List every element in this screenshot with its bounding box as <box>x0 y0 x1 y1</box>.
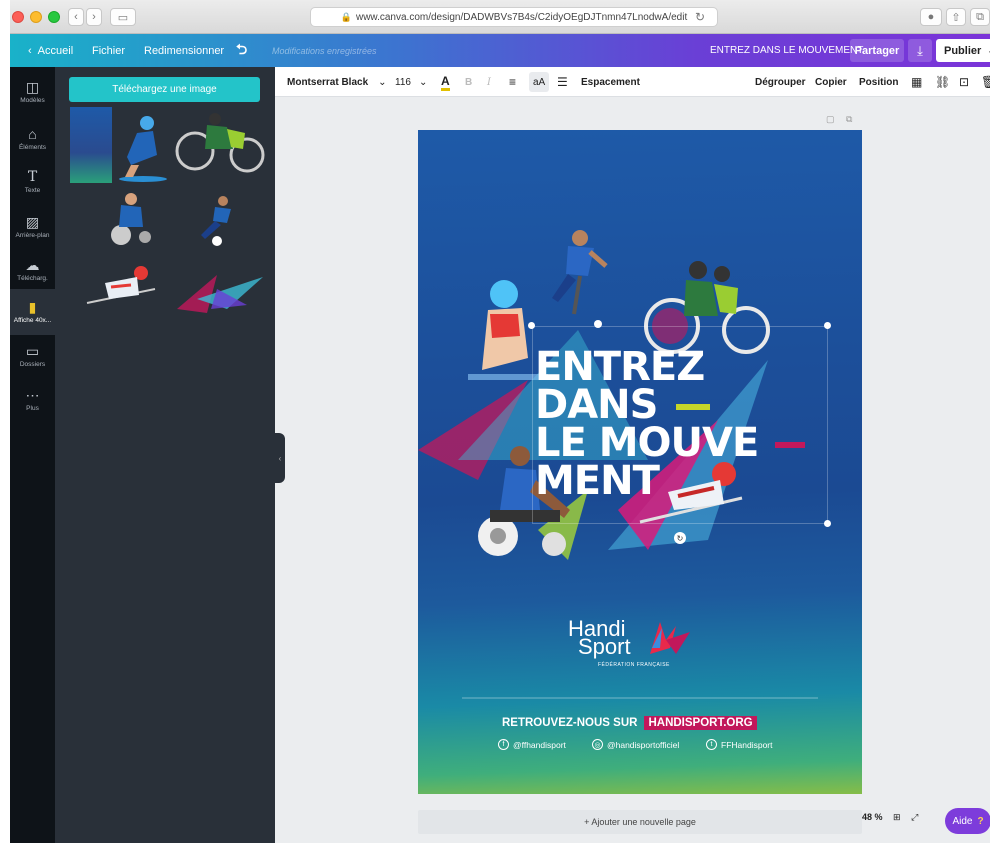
help-button[interactable]: Aide ? <box>945 808 990 834</box>
fullscreen-icon[interactable]: ⤢ <box>911 812 918 822</box>
instagram-icon: ◎ <box>592 739 603 750</box>
upload-thumb-wheelchair[interactable] <box>107 191 159 247</box>
rail-item-elements[interactable]: ⌂ Éléments <box>10 116 55 162</box>
address-bar[interactable]: 🔒 www.canva.com/design/DADWBVs7B4s/C2idy… <box>310 7 718 27</box>
rotate-handle-icon[interactable]: ↻ <box>674 532 686 544</box>
twitter-icon: t <box>706 739 717 750</box>
logo-mark-icon <box>650 622 690 654</box>
home-button[interactable]: ‹ Accueil <box>28 34 73 67</box>
comment-icon[interactable]: ▢ <box>826 114 835 125</box>
pattern-icon: ▨ <box>25 214 40 230</box>
align-left-icon[interactable]: ≡ <box>509 67 516 97</box>
folder-icon: ▭ <box>25 343 40 359</box>
upload-thumb-handbike[interactable] <box>175 109 265 175</box>
more-icon: ⋯ <box>25 387 40 403</box>
rail-item-background[interactable]: ▨ Arrière-plan <box>10 204 55 250</box>
upload-image-button[interactable]: Téléchargez une image <box>69 77 260 102</box>
editor-topbar: ‹ Accueil Fichier Redimensionner ⮌ Modif… <box>10 34 990 67</box>
downloads-icon[interactable]: ● <box>920 8 942 26</box>
lock-icon[interactable]: ⊡ <box>959 67 969 97</box>
italic-icon[interactable]: I <box>487 67 491 97</box>
font-picker[interactable]: Montserrat Black ⌄ <box>287 67 387 97</box>
text-icon: T <box>27 169 38 185</box>
left-rail: ◫ Modèles ⌂ Éléments T Texte ▨ Arrière-p… <box>10 67 55 843</box>
transparency-icon[interactable]: ▦ <box>911 67 922 97</box>
question-icon: ? <box>977 815 984 827</box>
position-button[interactable]: Position <box>859 67 898 97</box>
zoom-window-button[interactable] <box>48 11 60 23</box>
rail-item-uploads[interactable]: ☁ Télécharg. <box>10 247 55 293</box>
zoom-control[interactable]: 48 % ⊞ ⤢ <box>862 812 918 823</box>
duplicate-page-icon[interactable]: ⧉ <box>846 114 852 125</box>
spacing-button[interactable]: Espacement <box>581 67 640 97</box>
list-icon[interactable]: ☰ <box>557 67 568 97</box>
back-icon[interactable]: ‹ <box>68 8 84 26</box>
design-canvas[interactable]: ENTREZ DANS LE MOUVE MENT ↻ Handi Sport … <box>418 130 862 794</box>
athlete-footballer <box>552 230 608 328</box>
download-icon[interactable]: ⤓ <box>908 39 932 62</box>
upload-thumb-footballer[interactable] <box>195 193 245 247</box>
trash-icon[interactable]: 🗑 <box>981 67 990 97</box>
forward-icon[interactable]: › <box>86 8 102 26</box>
facebook-icon: f <box>498 739 509 750</box>
design-title[interactable]: ENTREZ DANS LE MOUVEMENT <box>710 34 863 67</box>
social-instagram: ◎ @handisportofficiel <box>592 739 679 750</box>
resize-handle[interactable] <box>824 520 831 527</box>
link-icon[interactable]: ⛓ <box>935 67 950 97</box>
rail-item-text[interactable]: T Texte <box>10 159 55 205</box>
chevron-down-icon: ⌄ <box>378 76 387 88</box>
font-size-picker[interactable]: 116 ⌄ <box>395 67 427 97</box>
upload-thumb-skier[interactable] <box>85 265 157 313</box>
rail-item-more[interactable]: ⋯ Plus <box>10 377 55 423</box>
text-case-icon[interactable]: aA <box>529 72 550 92</box>
resize-handle[interactable] <box>528 322 535 329</box>
reload-icon[interactable]: ↻ <box>695 10 705 24</box>
chevron-left-icon: ‹ <box>28 44 32 57</box>
minimize-window-button[interactable] <box>30 11 42 23</box>
social-twitter: t FFHandisport <box>706 739 773 750</box>
sidebar-toggle-icon[interactable]: ▭ <box>110 8 136 26</box>
tabs-icon[interactable]: ⧉ <box>970 8 990 26</box>
cloud-upload-icon: ☁ <box>25 257 40 273</box>
cta-line: RETROUVEZ-NOUS SUR HANDISPORT.ORG <box>502 715 757 731</box>
browser-toolbar: ‹ › ▭ 🔒 www.canva.com/design/DADWBVs7B4s… <box>10 0 990 34</box>
collapse-panel-handle[interactable]: ‹ <box>275 433 285 483</box>
upload-thumb-swimmer[interactable] <box>117 107 169 183</box>
share-icon[interactable]: ⇧ <box>946 8 966 26</box>
rail-item-templates[interactable]: ◫ Modèles <box>10 69 55 115</box>
handisport-logo: Handi Sport FÉDÉRATION FRANÇAISE <box>568 618 718 674</box>
file-menu[interactable]: Fichier <box>92 34 125 67</box>
bold-icon[interactable]: B <box>465 67 472 97</box>
uploads-panel: Téléchargez une image <box>55 67 275 843</box>
text-toolbar: Montserrat Black ⌄ 116 ⌄ A B I ≡ aA ☰ Es… <box>275 67 990 97</box>
chevron-down-icon: ⌄ <box>418 76 428 88</box>
ungroup-button[interactable]: Dégrouper <box>755 67 806 97</box>
rail-item-poster[interactable]: ▮ Affiche 40x... <box>10 289 55 335</box>
copy-button[interactable]: Copier <box>815 67 847 97</box>
social-facebook: f @ffhandisport <box>498 739 566 750</box>
selection-frame[interactable] <box>532 326 828 524</box>
app-window: ‹ › ▭ 🔒 www.canva.com/design/DADWBVs7B4s… <box>10 0 990 843</box>
close-window-button[interactable] <box>12 11 24 23</box>
resize-button[interactable]: Redimensionner <box>144 34 224 67</box>
upload-thumb-gradient[interactable] <box>70 107 112 183</box>
poster-icon: ▮ <box>28 299 37 315</box>
grid-view-icon[interactable]: ⊞ <box>893 812 901 822</box>
layout-icon: ◫ <box>25 79 40 95</box>
url-text: www.canva.com/design/DADWBVs7B4s/C2idyOE… <box>355 11 688 23</box>
text-color-icon[interactable]: A <box>441 67 450 97</box>
upload-thumb-shapes[interactable] <box>177 269 263 313</box>
undo-icon[interactable]: ⮌ <box>236 34 247 67</box>
resize-handle[interactable] <box>824 322 831 329</box>
publish-button[interactable]: Publier ⌄ <box>936 39 990 62</box>
rail-item-folders[interactable]: ▭ Dossiers <box>10 333 55 379</box>
share-button[interactable]: Partager <box>850 39 904 62</box>
lock-icon: 🔒 <box>340 11 352 22</box>
shapes-icon: ⌂ <box>28 126 37 142</box>
save-status: Modifications enregistrées <box>272 45 377 56</box>
add-page-button[interactable]: + Ajouter une nouvelle page <box>418 810 862 834</box>
